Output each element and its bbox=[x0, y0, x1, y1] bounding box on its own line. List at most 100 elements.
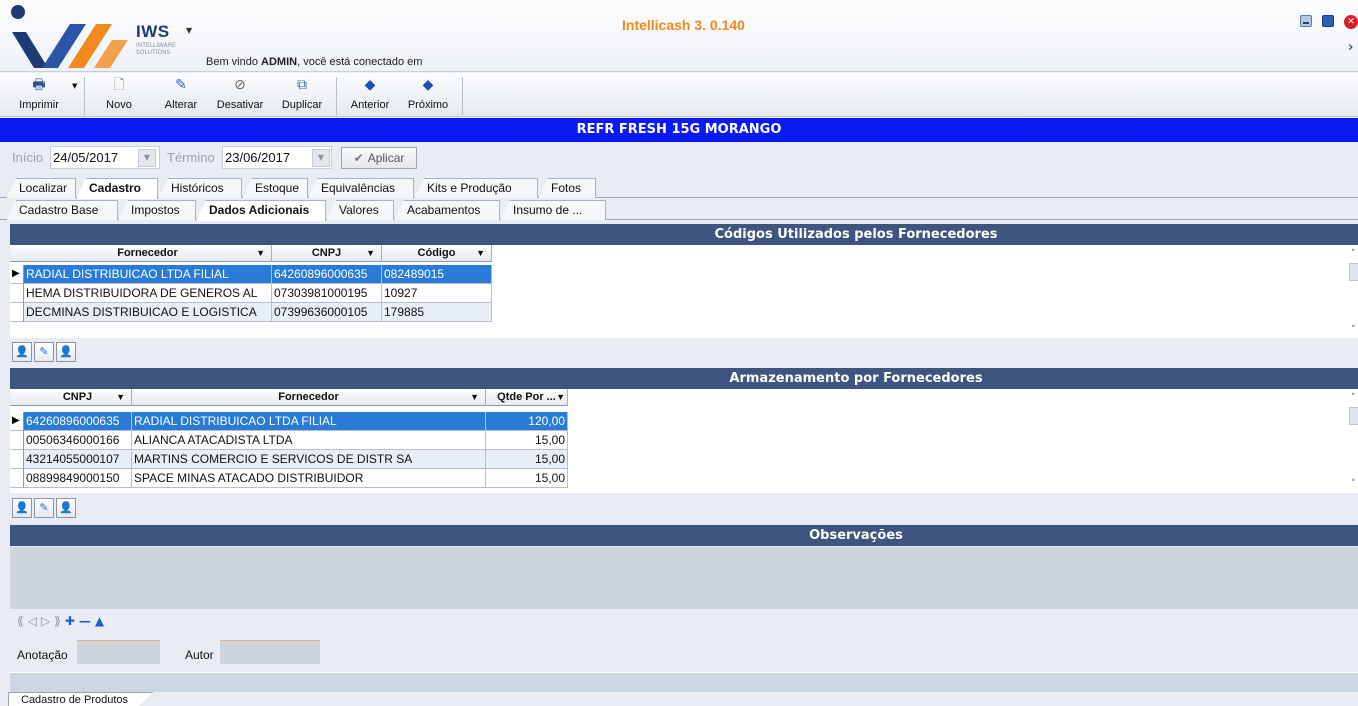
add-record-icon[interactable]: ✚ bbox=[65, 614, 79, 628]
codigos-scrollbar[interactable]: ˄ ˅ bbox=[1348, 245, 1358, 338]
last-record-icon[interactable]: ⟫ bbox=[54, 614, 65, 628]
codigos-section-header: Códigos Utilizados pelos Fornecedores bbox=[10, 224, 1358, 245]
column-header-qtde[interactable]: Qtde Por ... ▼ bbox=[486, 389, 568, 406]
expand-arrow-icon[interactable]: › bbox=[1348, 40, 1353, 55]
pencil-icon: ✎ bbox=[175, 76, 187, 92]
next-label: Próximo bbox=[407, 99, 449, 111]
close-button[interactable]: ✕ bbox=[1344, 15, 1358, 29]
next-record-icon[interactable]: ▷ bbox=[41, 614, 54, 628]
tab-insumo[interactable]: Insumo de ... bbox=[500, 200, 606, 220]
add-user-button[interactable]: 👤 bbox=[12, 342, 32, 362]
remove-user-button[interactable]: 👤 bbox=[56, 498, 76, 518]
filter-dropdown-icon[interactable]: ▼ bbox=[256, 245, 265, 261]
tab-cadastro[interactable]: Cadastro bbox=[76, 178, 158, 199]
cell-qtde: 15,00 bbox=[486, 469, 568, 487]
prev-record-icon[interactable]: ◁ bbox=[28, 614, 41, 628]
row-indicator bbox=[10, 431, 24, 450]
add-user-button[interactable]: 👤 bbox=[12, 498, 32, 518]
tab-dados-adicionais[interactable]: Dados Adicionais bbox=[196, 200, 326, 221]
first-record-icon[interactable]: ⟪ bbox=[17, 614, 28, 628]
edit-label: Alterar bbox=[164, 99, 198, 111]
start-date-dropdown-icon[interactable]: ▼ bbox=[138, 149, 156, 167]
autor-label: Autor bbox=[185, 648, 214, 662]
table-row[interactable]: 00506346000166 ALIANCA ATACADISTA LTDA 1… bbox=[24, 431, 568, 450]
scroll-up-icon[interactable]: ˄ bbox=[1351, 249, 1356, 259]
tab-fotos[interactable]: Fotos bbox=[538, 178, 596, 198]
tab-acabamentos[interactable]: Acabamentos bbox=[394, 200, 500, 220]
tab-cadastro-base[interactable]: Cadastro Base bbox=[6, 200, 118, 220]
filter-dropdown-icon[interactable]: ▼ bbox=[470, 389, 479, 405]
column-header-label: Fornecedor bbox=[278, 391, 339, 403]
cell-codigo: 10927 bbox=[382, 284, 492, 302]
cell-codigo: 082489015 bbox=[382, 265, 492, 283]
column-header-cnpj[interactable]: CNPJ ▼ bbox=[24, 389, 132, 406]
codigos-grid: Fornecedor ▼ CNPJ ▼ Código ▼ ▶ RADIAL DISTR… bbox=[10, 245, 1358, 338]
edit-user-button[interactable]: ✎ bbox=[34, 498, 54, 518]
table-row[interactable]: DECMINAS DISTRIBUICAO E LOGISTICA 073996… bbox=[24, 303, 492, 322]
new-label: Novo bbox=[106, 99, 132, 111]
new-button[interactable]: 🗋 Novo bbox=[104, 73, 134, 117]
armazenamento-scrollbar[interactable]: ˄ ˅ bbox=[1348, 389, 1358, 493]
start-date-label: Início bbox=[12, 150, 44, 165]
tab-valores[interactable]: Valores bbox=[326, 200, 394, 220]
filter-dropdown-icon[interactable]: ▼ bbox=[116, 389, 125, 405]
duplicate-button[interactable]: ⧉ Duplicar bbox=[277, 73, 327, 117]
column-header-fornecedor[interactable]: Fornecedor ▼ bbox=[132, 389, 486, 406]
table-row[interactable]: 43214055000107 MARTINS COMERCIO E SERVIC… bbox=[24, 450, 568, 469]
tab-equivalencias[interactable]: Equivalências bbox=[308, 178, 414, 198]
column-header-label: Fornecedor bbox=[117, 247, 178, 259]
cell-cnpj: 43214055000107 bbox=[24, 450, 132, 468]
filter-dropdown-icon[interactable]: ▼ bbox=[556, 389, 565, 405]
table-row[interactable]: RADIAL DISTRIBUICAO LTDA FILIAL 64260896… bbox=[24, 265, 492, 284]
minimize-button[interactable] bbox=[1300, 15, 1312, 27]
post-record-icon[interactable]: ▲ bbox=[95, 614, 108, 628]
autor-field[interactable] bbox=[220, 640, 320, 664]
table-row[interactable]: HEMA DISTRIBUIDORA DE GENEROS AL 0730398… bbox=[24, 284, 492, 303]
tab-impostos[interactable]: Impostos bbox=[118, 200, 196, 220]
observacoes-text-area[interactable] bbox=[10, 547, 1358, 609]
row-indicator bbox=[10, 284, 24, 303]
column-header-codigo[interactable]: Código ▼ bbox=[382, 245, 492, 262]
remove-user-button[interactable]: 👤 bbox=[56, 342, 76, 362]
app-header: IWS INTELLIWARE SOLUTIONS ▼ Bem vindo AD… bbox=[0, 0, 1358, 72]
column-header-fornecedor[interactable]: Fornecedor ▼ bbox=[24, 245, 272, 262]
previous-button[interactable]: ◆ Anterior bbox=[344, 73, 396, 117]
scroll-thumb[interactable] bbox=[1349, 407, 1358, 425]
tab-kits-producao[interactable]: Kits e Produção bbox=[414, 178, 538, 198]
printer-icon: 🖶 bbox=[32, 76, 46, 92]
table-row[interactable]: 64260896000635 RADIAL DISTRIBUICAO LTDA … bbox=[24, 412, 568, 431]
print-dropdown-icon[interactable]: ▼ bbox=[72, 82, 77, 90]
end-date-dropdown-icon[interactable]: ▼ bbox=[312, 149, 330, 167]
edit-user-button[interactable]: ✎ bbox=[34, 342, 54, 362]
scroll-up-icon[interactable]: ˄ bbox=[1351, 393, 1356, 403]
filter-dropdown-icon[interactable]: ▼ bbox=[476, 245, 485, 261]
duplicate-label: Duplicar bbox=[281, 99, 323, 111]
logo-menu-caret-icon[interactable]: ▼ bbox=[186, 26, 192, 35]
tab-estoque[interactable]: Estoque bbox=[242, 178, 308, 198]
tab-cadastro-de-produtos[interactable]: Cadastro de Produtos bbox=[8, 692, 153, 706]
table-row[interactable]: 08899849000150 SPACE MINAS ATACADO DISTR… bbox=[24, 469, 568, 488]
apply-button[interactable]: ✔ Aplicar bbox=[341, 147, 417, 169]
delete-record-icon[interactable]: — bbox=[79, 614, 95, 628]
print-button[interactable]: 🖶 Imprimir bbox=[6, 73, 72, 117]
row-indicator bbox=[10, 303, 24, 322]
app-window: IWS INTELLIWARE SOLUTIONS ▼ Bem vindo AD… bbox=[0, 0, 1358, 706]
scroll-down-icon[interactable]: ˅ bbox=[1351, 479, 1356, 489]
current-row-indicator-icon: ▶ bbox=[10, 265, 24, 284]
anotacao-field[interactable] bbox=[77, 640, 160, 664]
scroll-down-icon[interactable]: ˅ bbox=[1351, 325, 1356, 335]
filter-dropdown-icon[interactable]: ▼ bbox=[366, 245, 375, 261]
armazenamento-grid: CNPJ ▼ Fornecedor ▼ Qtde Por ... ▼ ▶ 642608… bbox=[10, 389, 1358, 493]
next-button[interactable]: ◆ Próximo bbox=[401, 73, 455, 117]
maximize-button[interactable] bbox=[1322, 15, 1334, 27]
tab-localizar[interactable]: Localizar bbox=[6, 178, 76, 198]
iws-logo bbox=[11, 5, 128, 68]
edit-button[interactable]: ✎ Alterar bbox=[157, 73, 205, 117]
sub-tabs: Cadastro Base Impostos Dados Adicionais … bbox=[0, 198, 1358, 221]
column-header-cnpj[interactable]: CNPJ ▼ bbox=[272, 245, 382, 262]
tab-historicos[interactable]: Históricos bbox=[158, 178, 242, 198]
scroll-thumb[interactable] bbox=[1349, 263, 1358, 281]
deactivate-button[interactable]: ⊘ Desativar bbox=[212, 73, 268, 117]
previous-label: Anterior bbox=[350, 99, 390, 111]
observacoes-section-header: Observações bbox=[10, 525, 1358, 546]
